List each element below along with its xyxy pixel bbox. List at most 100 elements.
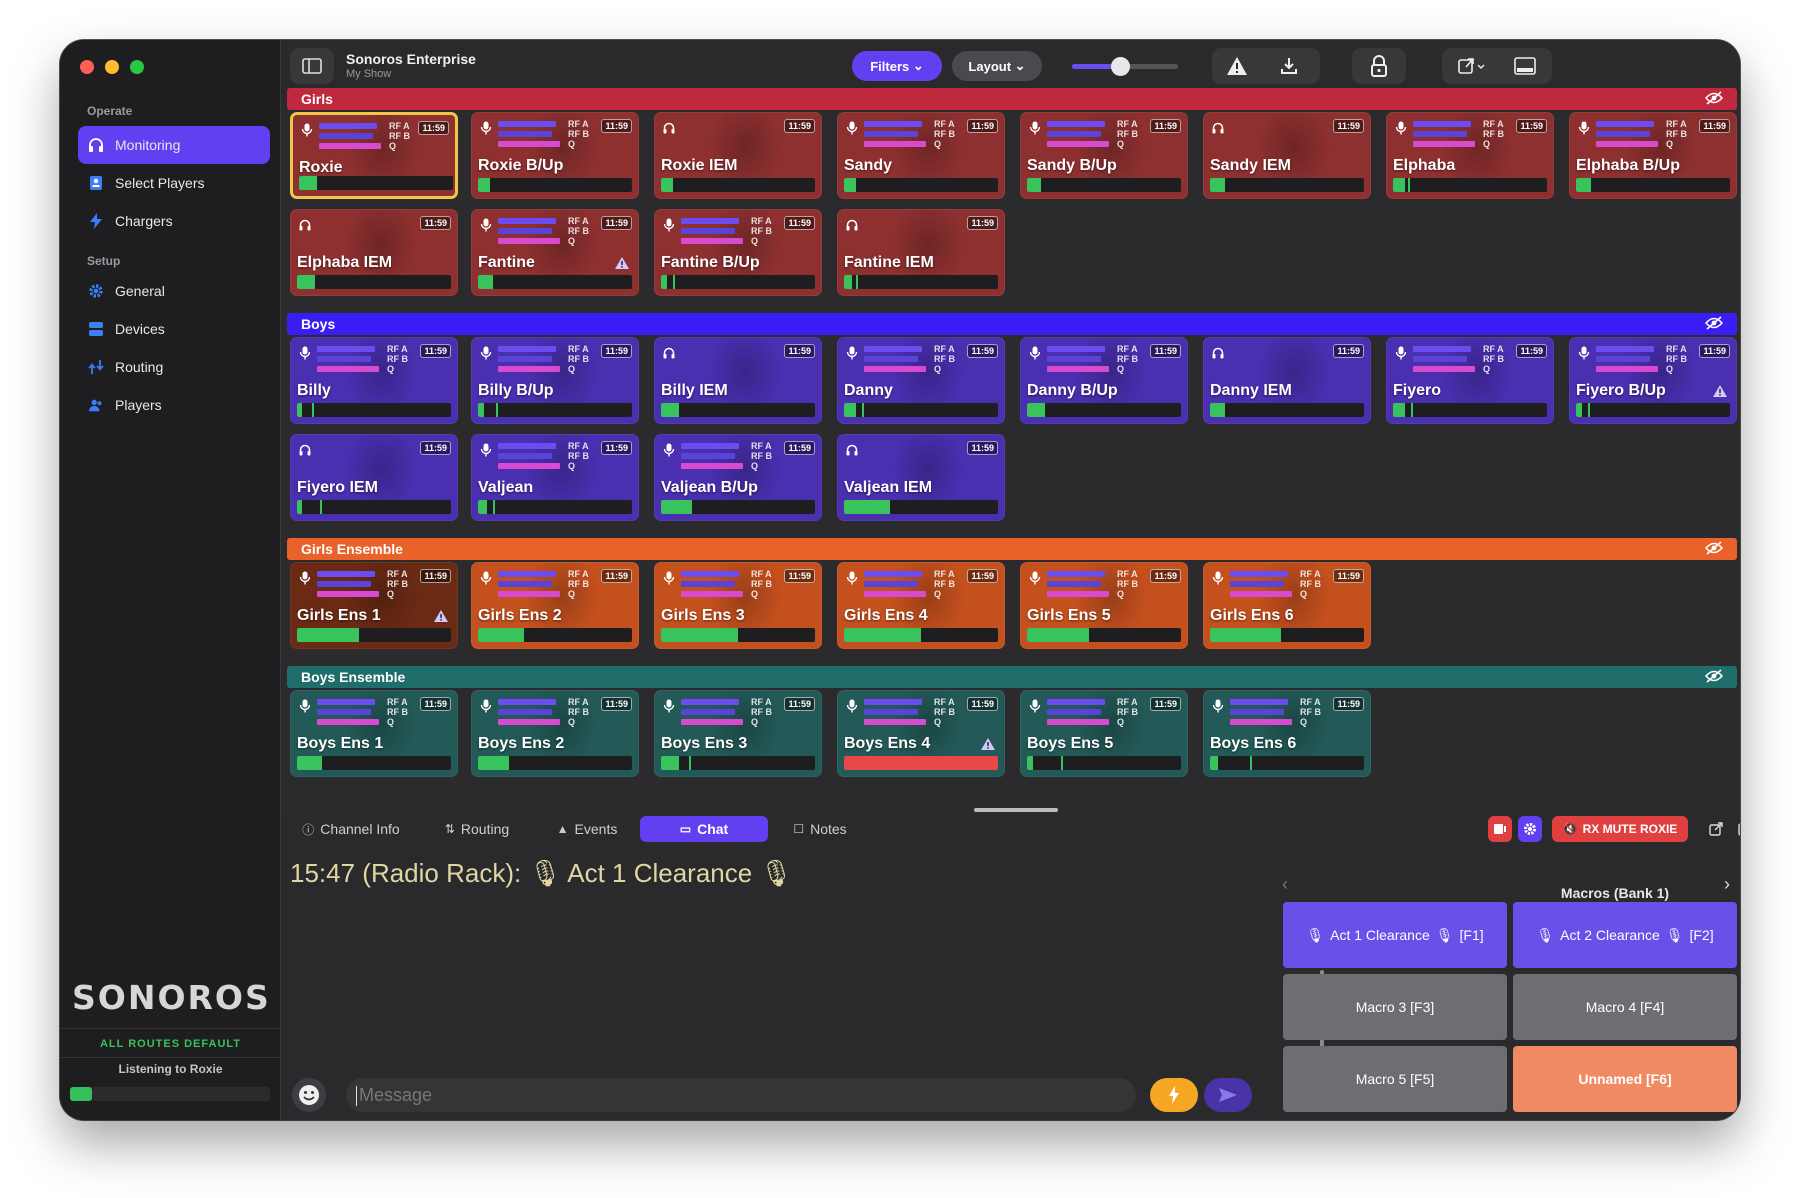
tab-chat[interactable]: ▭ Chat bbox=[640, 816, 768, 842]
channel-tile[interactable]: RF A RF B Q 11:59 Boys Ens 5 bbox=[1020, 690, 1188, 777]
channel-tile[interactable]: RF A RF B Q 11:59 Elphaba bbox=[1386, 112, 1554, 199]
rx-mute-button[interactable]: 🔇 RX MUTE ROXIE bbox=[1552, 816, 1688, 842]
channel-tile[interactable]: RF A RF B Q 11:59 Boys Ens 2 bbox=[471, 690, 639, 777]
hide-group-button[interactable] bbox=[1704, 91, 1724, 108]
group-header-girls[interactable]: Girls bbox=[287, 88, 1737, 110]
channel-tile[interactable]: RF A RF B Q 11:59 Girls Ens 5 bbox=[1020, 562, 1188, 649]
layout-button[interactable]: Layout ⌄ bbox=[952, 51, 1042, 81]
channel-tile[interactable]: RF A RF B Q 11:59 Boys Ens 3 bbox=[654, 690, 822, 777]
lock-button[interactable] bbox=[1364, 52, 1394, 80]
sidebar-item-devices[interactable]: Devices bbox=[78, 310, 270, 348]
rf-labels: RF A RF BQ bbox=[751, 569, 772, 599]
channel-tile[interactable]: RF A RF B Q 11:59 Roxie bbox=[290, 112, 458, 199]
channel-tile[interactable]: RF A RF B Q 11:59 Roxie B/Up bbox=[471, 112, 639, 199]
battery-time: 11:59 bbox=[601, 569, 632, 583]
channel-tile[interactable]: RF A RF B Q 11:59 Sandy B/Up bbox=[1020, 112, 1188, 199]
macros-next-button[interactable]: › bbox=[1724, 874, 1740, 894]
download-button[interactable] bbox=[1274, 54, 1304, 78]
sidebar-item-monitoring[interactable]: Monitoring bbox=[78, 126, 270, 164]
group-header-girls-ensemble[interactable]: Girls Ensemble bbox=[287, 538, 1737, 560]
volume-slider[interactable] bbox=[1072, 57, 1178, 76]
rf-a-label: RF A bbox=[751, 216, 772, 226]
channel-tile[interactable]: 11:59 Fantine IEM bbox=[837, 209, 1005, 296]
channel-tile[interactable]: RF A RF B Q 11:59 Fantine B/Up bbox=[654, 209, 822, 296]
send-button[interactable] bbox=[1204, 1078, 1252, 1112]
microphone-icon bbox=[846, 121, 858, 135]
channel-tile[interactable]: RF A RF B Q 11:59 Fiyero B/Up bbox=[1569, 337, 1737, 424]
channel-tile[interactable]: 11:59 Elphaba IEM bbox=[290, 209, 458, 296]
popout-panel-button[interactable] bbox=[1704, 816, 1728, 842]
hide-group-button[interactable] bbox=[1704, 541, 1724, 558]
channel-tile[interactable]: 11:59 Danny IEM bbox=[1203, 337, 1371, 424]
sidebar-item-routing[interactable]: Routing bbox=[78, 348, 270, 386]
channel-tile[interactable]: RF A RF B Q 11:59 Billy B/Up bbox=[471, 337, 639, 424]
channel-tile[interactable]: RF A RF B Q 11:59 Sandy bbox=[837, 112, 1005, 199]
channel-tile[interactable]: RF A RF B Q 11:59 Billy bbox=[290, 337, 458, 424]
channel-tile[interactable]: RF A RF B Q 11:59 Girls Ens 3 bbox=[654, 562, 822, 649]
channel-tile[interactable]: RF A RF B Q 11:59 Girls Ens 1 bbox=[290, 562, 458, 649]
channel-tile[interactable]: RF A RF B Q 11:59 Elphaba B/Up bbox=[1569, 112, 1737, 199]
alerts-button[interactable] bbox=[1222, 54, 1252, 78]
channel-tile[interactable]: 11:59 Roxie IEM bbox=[654, 112, 822, 199]
volume-knob[interactable] bbox=[1110, 57, 1130, 76]
macros-prev-button[interactable]: ‹ bbox=[1282, 874, 1302, 894]
channel-tile[interactable]: RF A RF B Q 11:59 Boys Ens 1 bbox=[290, 690, 458, 777]
macro-button-1[interactable]: 🎙 Act 1 Clearance 🎙 [F1] bbox=[1283, 902, 1507, 968]
sidebar-item-chargers[interactable]: Chargers bbox=[78, 202, 270, 240]
macro-button-3[interactable]: Macro 3 [F3] bbox=[1283, 974, 1507, 1040]
channel-name: Roxie B/Up bbox=[478, 157, 564, 174]
channel-tile[interactable]: RF A RF B Q 11:59 Fiyero bbox=[1386, 337, 1554, 424]
sidebar-item-select-players[interactable]: Select Players bbox=[78, 164, 270, 202]
rf-b-meter bbox=[319, 133, 373, 139]
channel-tile[interactable]: RF A RF B Q 11:59 Fantine bbox=[471, 209, 639, 296]
channel-tile[interactable]: RF A RF B Q 11:59 Danny bbox=[837, 337, 1005, 424]
macro-button-2[interactable]: 🎙 Act 2 Clearance 🎙 [F2] bbox=[1513, 902, 1737, 968]
settings-button[interactable] bbox=[1518, 816, 1542, 842]
tab-notes[interactable]: ☐ Notes bbox=[768, 816, 872, 842]
macro-button-6[interactable]: Unnamed [F6] bbox=[1513, 1046, 1737, 1112]
group-header-boys[interactable]: Boys bbox=[287, 313, 1737, 335]
tab-events[interactable]: ▲ Events bbox=[544, 816, 630, 842]
zoom-window-button[interactable] bbox=[130, 60, 144, 74]
hide-group-button[interactable] bbox=[1704, 669, 1724, 686]
quick-action-button[interactable] bbox=[1150, 1078, 1198, 1112]
channel-tile[interactable]: RF A RF B Q 11:59 Boys Ens 6 bbox=[1203, 690, 1371, 777]
microphone-icon bbox=[1029, 346, 1041, 360]
channel-tile[interactable]: 11:59 Fiyero IEM bbox=[290, 434, 458, 521]
headphones-icon bbox=[1212, 121, 1224, 135]
channel-tile[interactable]: RF A RF B Q 11:59 Valjean B/Up bbox=[654, 434, 822, 521]
rf-labels: RF A RF BQ bbox=[1117, 697, 1138, 727]
channel-tile[interactable]: 11:59 Valjean IEM bbox=[837, 434, 1005, 521]
q-label: Q bbox=[387, 717, 395, 727]
collapse-panel-button[interactable] bbox=[1734, 816, 1740, 842]
channel-tile[interactable]: RF A RF B Q 11:59 Valjean bbox=[471, 434, 639, 521]
close-window-button[interactable] bbox=[80, 60, 94, 74]
channel-tile[interactable]: RF A RF B Q 11:59 Danny B/Up bbox=[1020, 337, 1188, 424]
channel-tile[interactable]: 11:59 Sandy IEM bbox=[1203, 112, 1371, 199]
channel-tile[interactable]: RF A RF B Q 11:59 Girls Ens 2 bbox=[471, 562, 639, 649]
group-header-boys-ensemble[interactable]: Boys Ensemble bbox=[287, 666, 1737, 688]
macro-button-4[interactable]: Macro 4 [F4] bbox=[1513, 974, 1737, 1040]
hide-group-button[interactable] bbox=[1704, 316, 1724, 333]
message-input[interactable]: Message bbox=[346, 1078, 1136, 1112]
record-button[interactable] bbox=[1488, 816, 1512, 842]
panel-toggle-button[interactable] bbox=[1508, 54, 1542, 78]
sidebar-item-players[interactable]: Players bbox=[78, 386, 270, 424]
rf-a-meter bbox=[498, 699, 556, 705]
sidebar-item-general[interactable]: General bbox=[78, 272, 270, 310]
macro-button-5[interactable]: Macro 5 [F5] bbox=[1283, 1046, 1507, 1112]
channel-tile[interactable]: RF A RF B Q 11:59 Girls Ens 4 bbox=[837, 562, 1005, 649]
filters-button[interactable]: Filters ⌄ bbox=[852, 51, 942, 81]
tab-routing[interactable]: ⇅ Routing bbox=[420, 816, 534, 842]
channel-tile[interactable]: 11:59 Billy IEM bbox=[654, 337, 822, 424]
tab-channel-info[interactable]: ⓘ Channel Info bbox=[292, 816, 410, 842]
emoji-button[interactable] bbox=[292, 1078, 326, 1112]
channel-tile[interactable]: RF A RF B Q 11:59 Girls Ens 6 bbox=[1203, 562, 1371, 649]
popout-menu-button[interactable] bbox=[1452, 54, 1492, 78]
peak-marker bbox=[862, 403, 865, 417]
sidebar-toggle-button[interactable] bbox=[290, 48, 334, 84]
audio-level-meter bbox=[844, 628, 998, 642]
channel-tile[interactable]: RF A RF B Q 11:59 Boys Ens 4 bbox=[837, 690, 1005, 777]
rf-a-meter bbox=[681, 699, 739, 705]
minimize-window-button[interactable] bbox=[105, 60, 119, 74]
